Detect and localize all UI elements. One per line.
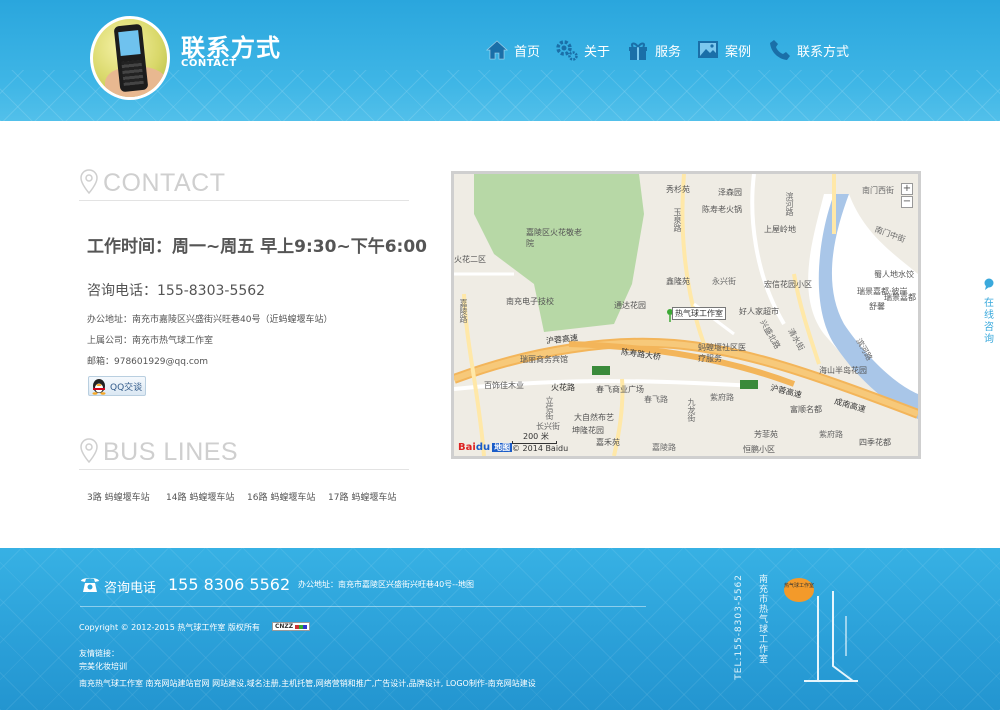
footer-address[interactable]: 办公地址：南充市嘉陵区兴盛街兴旺巷40号--地图 — [298, 579, 474, 590]
gift-icon — [629, 42, 647, 60]
contact-heading-text: CONTACT — [103, 169, 226, 197]
map-poi: 百饰佳木业 — [484, 381, 524, 390]
map-poi: 陈寿老火锅 — [702, 205, 742, 214]
deco-name-text: 南充市热气球工作室 — [757, 574, 767, 664]
map-road: 火花路 — [551, 383, 575, 392]
friend-links-row[interactable]: 南充热气球工作室 南充网站建站官网 网站建设,域名注册,主机托管,网络营销和推广… — [79, 678, 536, 689]
map-poi: 宏信花园小区 — [764, 280, 812, 289]
map-road: 春飞路 — [644, 395, 668, 404]
work-hours: 工作时间：周一~周五 早上9:30~下午6:00 — [87, 237, 427, 257]
map-road: 嘉陵路 — [652, 443, 676, 452]
location-pin-icon — [80, 438, 98, 464]
friend-links-title: 友情链接： — [79, 649, 119, 658]
map-marker-label[interactable]: 热气球工作室 — [672, 307, 726, 320]
deco-lines — [804, 591, 858, 682]
nav-item-service[interactable]: 服务 — [626, 34, 681, 66]
telephone-icon — [81, 578, 99, 592]
bus-line: 3路 蚂蝗堰车站 — [87, 493, 150, 503]
deco-tel-text: TEL:155-8303-5562 — [734, 574, 744, 680]
map-poi: 秀杉苑 — [666, 185, 690, 194]
map-poi: 通达花园 — [614, 301, 646, 310]
map-poi: 富顺名都 — [790, 405, 822, 414]
map-poi: 上屋岭地 — [764, 225, 796, 234]
friend-link[interactable]: 完美化妆培训 — [79, 661, 127, 672]
zoom-in-button[interactable]: + — [901, 183, 913, 195]
picture-icon — [698, 41, 718, 58]
baidu-map[interactable]: 秀杉苑 泽森园 陈寿老火锅 上屋岭地 滨河路 南门西街 南门中街 嘉陵区火花敬老… — [451, 171, 921, 459]
map-poi: 坤隆花园 — [572, 426, 604, 435]
map-copyright: © 2014 Baidu — [512, 444, 569, 453]
bus-line: 14路 蚂蝗堰车站 — [166, 493, 235, 503]
cnzz-badge[interactable]: CNZZ — [272, 622, 310, 631]
footer-phone-number: 155 8306 5562 — [168, 575, 291, 594]
page-subtitle: CONTACT — [181, 58, 237, 69]
map-poi: 四季花都 — [859, 438, 891, 447]
nav-item-cases[interactable]: 案例 — [696, 34, 751, 66]
footer: 咨询电话 155 8306 5562 办公地址：南充市嘉陵区兴盛街兴旺巷40号-… — [0, 548, 1000, 710]
phone-badge-image — [90, 16, 170, 100]
map-poi: 嘉陵区火花敬老院 — [526, 228, 582, 248]
footer-phone-label: 咨询电话 — [104, 581, 157, 596]
nav-item-about[interactable]: 关于 — [555, 34, 610, 66]
qq-penguin-icon — [92, 379, 106, 395]
map-zoom-control: + − — [901, 183, 913, 209]
qq-chat-label: QQ交谈 — [110, 382, 143, 393]
map-poi: 火花二区 — [454, 255, 486, 264]
map-road: 紫府路 — [819, 430, 843, 439]
consult-phone: 咨询电话：155-8303-5562 — [87, 283, 266, 299]
map-poi: 瑞景嘉都 — [884, 293, 916, 302]
zoom-out-button[interactable]: − — [901, 196, 913, 208]
map-poi: 瑞丽商务宾馆 — [520, 355, 568, 364]
map-poi: 芳菲苑 — [754, 430, 778, 439]
online-consult-label: 在线咨询 — [984, 298, 994, 345]
nav-item-home[interactable]: 首页 — [485, 34, 540, 66]
map-poi: 蜀人地水饺 — [874, 270, 914, 279]
contact-heading: CONTACT — [79, 169, 409, 201]
nav-item-label: 关于 — [584, 44, 611, 60]
bus-line: 17路 蚂蝗堰车站 — [328, 493, 397, 503]
map-road: 嘉陵路 — [459, 299, 468, 323]
map-poi: 恒鹏小区 — [743, 445, 775, 454]
map-poi: 春飞商业广场 — [596, 385, 644, 394]
qq-chat-button[interactable]: QQ交谈 — [88, 376, 146, 396]
bus-line: 16路 蚂蝗堰车站 — [247, 493, 316, 503]
map-poi: 海山半岛花园 — [819, 366, 867, 375]
map-road: 紫府路 — [710, 393, 734, 402]
footer-divider — [80, 606, 646, 607]
map-poi: 大自然布艺 — [574, 413, 614, 422]
phone-icon — [770, 40, 790, 60]
bus-heading-text: BUS LINES — [103, 438, 239, 466]
header: 联系方式 CONTACT 首页 关于 服务 案例 联系方式 — [0, 0, 1000, 121]
nav-item-label: 首页 — [514, 44, 541, 60]
gear-icon — [556, 40, 578, 61]
nav-item-label: 案例 — [725, 44, 752, 60]
location-pin-icon — [80, 169, 98, 195]
map-road: 南门西街 — [862, 186, 894, 195]
chat-bubble-icon — [984, 278, 994, 290]
map-poi: 南充电子技校 — [506, 297, 554, 306]
footer-decoration: TEL:155-8303-5562 南充市热气球工作室 热气球工作室 — [728, 566, 868, 696]
map-road: 立信街 — [545, 396, 554, 420]
map-poi: 鑫隆苑 — [666, 277, 690, 286]
map-poi: 舒馨 — [869, 302, 885, 311]
home-icon — [485, 40, 509, 60]
office-address: 办公地址：南充市嘉陵区兴盛街兴旺巷40号（近蚂蝗堰车站） — [87, 315, 333, 325]
map-road: 玉泉路 — [673, 208, 682, 232]
email: 邮箱：978601929@qq.com — [87, 357, 209, 367]
map-road: 滨河路 — [785, 192, 794, 216]
map-poi: 好人家超市 — [739, 307, 779, 316]
map-poi: 蚂蝗堰社区医疗服务 — [698, 343, 746, 363]
nav-item-contact[interactable]: 联系方式 — [768, 34, 849, 66]
map-road: 永兴街 — [712, 277, 736, 286]
nav-item-label: 联系方式 — [797, 44, 850, 60]
online-consult-tab[interactable]: 在线咨询 — [980, 275, 998, 346]
footer-copyright: Copyright © 2012-2015 热气球工作室 版权所有 — [79, 623, 260, 632]
parent-company: 上属公司：南充市热气球工作室 — [87, 336, 214, 346]
baidu-map-logo: Baidu 地图 — [458, 442, 513, 453]
map-road: 九龙街 — [687, 398, 696, 422]
map-poi: 嘉禾苑 — [596, 438, 620, 447]
map-poi: 泽森园 — [718, 188, 742, 197]
nav-item-label: 服务 — [655, 44, 682, 60]
bus-heading: BUS LINES — [79, 438, 409, 470]
